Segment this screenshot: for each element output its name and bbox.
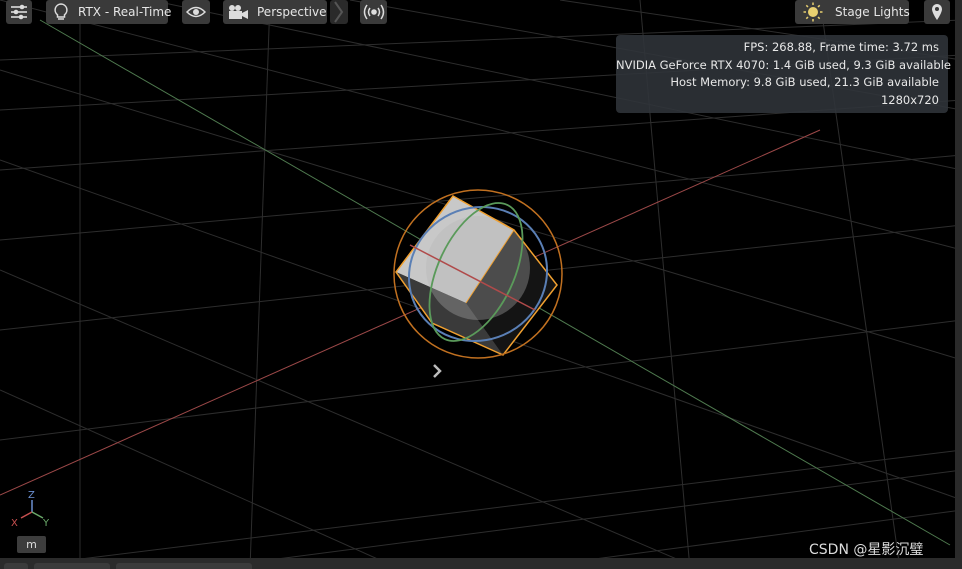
camera-icon: [223, 4, 249, 20]
x-axis-label: X: [11, 518, 18, 529]
resolution-readout: 1280x720: [880, 92, 939, 107]
sun-icon: [795, 2, 823, 22]
fps-readout: FPS: 268.88, Frame time: 3.72 ms: [743, 40, 939, 54]
z-axis-label: Z: [28, 490, 35, 501]
viewport[interactable]: RTX - Real-Time Perspective Stage Lights: [0, 0, 962, 569]
camera-label: Perspective: [257, 5, 327, 19]
bottom-tab[interactable]: [116, 563, 252, 569]
eye-icon: [186, 5, 206, 19]
y-axis-label: Y: [43, 518, 50, 529]
settings-sliders-icon: [10, 4, 28, 20]
broadcast-button[interactable]: [360, 0, 387, 24]
camera-dropdown[interactable]: Perspective: [223, 0, 327, 24]
lightbulb-icon: [46, 3, 68, 21]
visibility-button[interactable]: [182, 0, 210, 24]
bottom-tab[interactable]: [4, 563, 28, 569]
chevron-right-icon: [428, 364, 446, 384]
host-memory-readout: Host Memory: 9.8 GiB used, 21.3 GiB avai…: [670, 75, 939, 89]
map-pin-icon: [931, 3, 943, 21]
renderer-dropdown[interactable]: RTX - Real-Time: [46, 0, 171, 24]
unit-label: m: [17, 536, 46, 553]
lights-dropdown[interactable]: Stage Lights: [795, 0, 910, 24]
lights-label: Stage Lights: [835, 5, 910, 19]
chevron-double-icon: [333, 1, 345, 23]
broadcast-icon: [363, 4, 385, 20]
viewport-border-right: [955, 0, 962, 569]
x-axis-line: [0, 129, 821, 496]
renderer-label: RTX - Real-Time: [78, 5, 172, 19]
stats-overlay: FPS: 268.88, Frame time: 3.72 ms NVIDIA …: [616, 35, 951, 113]
location-button[interactable]: [924, 0, 950, 24]
bottom-tab[interactable]: [34, 563, 110, 569]
settings-button[interactable]: [6, 0, 32, 24]
gpu-memory-readout: NVIDIA GeForce RTX 4070: 1.4 GiB used, 9…: [616, 57, 951, 72]
watermark: CSDN @星影沉璧: [809, 542, 924, 558]
expand-toolbar-button[interactable]: [330, 0, 348, 24]
expand-arrow-button[interactable]: [428, 362, 446, 380]
